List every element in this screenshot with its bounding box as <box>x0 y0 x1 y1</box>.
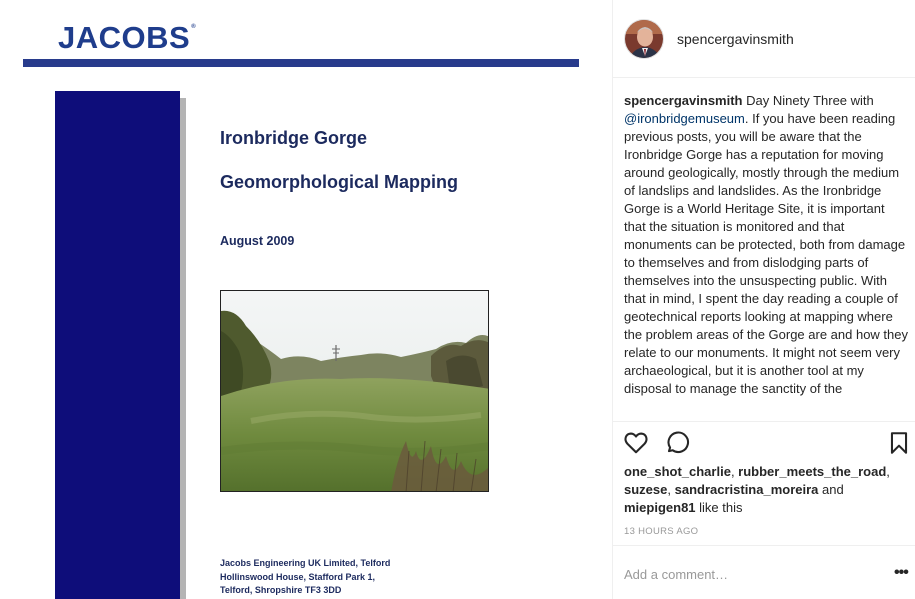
post-caption: spencergavinsmith Day Ninety Three with … <box>624 92 908 421</box>
heart-icon[interactable] <box>623 430 649 456</box>
address-line: Telford, Shropshire TF3 3DD <box>220 585 342 595</box>
cover-band-shadow <box>180 98 186 599</box>
document-title: Ironbridge Gorge <box>220 128 368 148</box>
header-username[interactable]: spencergavinsmith <box>677 31 794 47</box>
liker-username[interactable]: sandracristina_moreira <box>675 482 819 497</box>
cover-photo <box>220 290 489 492</box>
document-image: JACOBS® Ironbridge Gorge Geomorphologica… <box>0 0 612 599</box>
logo-registered-mark: ® <box>191 24 197 30</box>
liker-username[interactable]: rubber_meets_the_road <box>738 464 886 479</box>
document-subtitle: Geomorphological Mapping <box>220 172 458 192</box>
comment-input[interactable] <box>624 564 864 584</box>
liker-username[interactable]: one_shot_charlie <box>624 464 731 479</box>
likes-separator: , <box>886 464 890 479</box>
cover-band <box>55 91 180 599</box>
bookmark-icon[interactable] <box>886 430 912 456</box>
logo-text: JACOBS <box>58 20 191 55</box>
liker-username[interactable]: suzese <box>624 482 667 497</box>
caption-mention-link[interactable]: @ironbridgemuseum <box>624 111 745 126</box>
more-options-button[interactable]: ••• <box>894 563 912 583</box>
post-panel: spencergavinsmith spencergavinsmith Day … <box>612 0 915 599</box>
divider <box>613 421 915 422</box>
comment-bar: ••• <box>613 545 915 599</box>
post-timestamp[interactable]: 13 HOURS AGO <box>624 526 698 537</box>
header-rule <box>23 59 579 67</box>
comment-icon[interactable] <box>664 430 690 456</box>
liker-username[interactable]: miepigen81 <box>624 500 696 515</box>
address-line: Hollinswood House, Stafford Park 1, <box>220 571 376 582</box>
likes-suffix: like this <box>695 500 743 515</box>
avatar[interactable] <box>624 19 664 59</box>
caption-text: . If you have been reading previous post… <box>624 111 908 396</box>
jacobs-logo: JACOBS® <box>58 20 196 56</box>
caption-text: Day Ninety Three with <box>742 93 874 108</box>
post-header: spencergavinsmith <box>613 0 915 78</box>
address-line: Jacobs Engineering UK Limited, Telford <box>220 558 391 568</box>
caption-username[interactable]: spencergavinsmith <box>624 93 743 108</box>
document-address: Jacobs Engineering UK Limited, Telford H… <box>220 557 390 598</box>
document-date: August 2009 <box>220 234 295 248</box>
likes-conjunction: and <box>818 482 844 497</box>
likes-summary: one_shot_charlie, rubber_meets_the_road,… <box>624 463 908 517</box>
post-actions <box>613 428 915 460</box>
likes-separator: , <box>667 482 675 497</box>
